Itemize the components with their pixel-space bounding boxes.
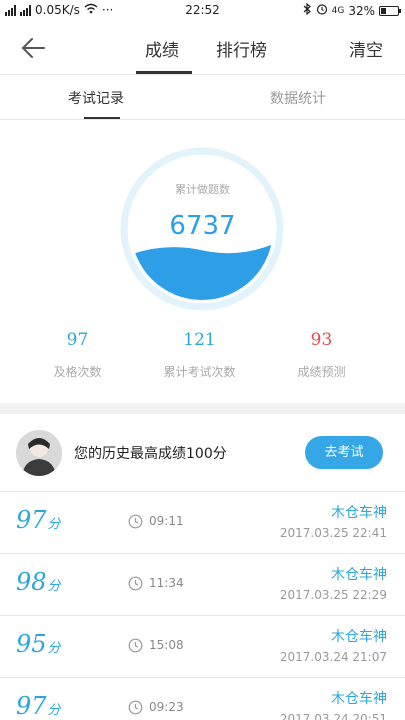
clear-button[interactable]: 清空 [349,36,383,61]
volte-icon: 4G [331,5,345,16]
exam-record-row[interactable]: 97分 09:23 木仓车神 2017.03.24 20:51 [0,677,405,720]
record-score: 98分 [16,568,61,596]
back-button[interactable] [18,32,50,64]
take-exam-button[interactable]: 去考试 [305,436,383,469]
record-score-value: 97 [16,506,47,534]
record-score-unit: 分 [47,703,61,718]
tab-ranking[interactable]: 排行榜 [216,36,267,61]
clock-icon [128,700,143,715]
avatar[interactable] [16,430,62,476]
record-duration: 09:11 [149,514,184,528]
tab-data-statistics[interactable]: 数据统计 [270,88,326,108]
record-datetime: 2017.03.25 22:29 [279,588,387,602]
status-bar: 0.05K/s ··· 22:52 4G 32% [0,0,405,22]
exam-count-label: 累计考试次数 [163,365,236,379]
record-score-value: 98 [16,568,47,596]
top-nav: 成绩 排行榜 清空 [0,22,405,74]
record-duration: 09:23 [149,700,184,714]
record-score-unit: 分 [47,641,61,656]
user-avatar-icon [16,430,62,476]
tab-exam-records[interactable]: 考试记录 [68,88,124,108]
section-separator [0,403,405,414]
record-score-value: 95 [16,630,47,658]
record-duration: 15:08 [149,638,184,652]
best-score-text: 您的历史最高成绩100分 [74,446,227,462]
record-score: 97分 [16,692,61,720]
exam-record-row[interactable]: 97分 09:11 木仓车神 2017.03.25 22:41 [0,491,405,552]
gauge-label: 累计做题数 [175,183,230,196]
tab-score[interactable]: 成绩 [145,36,179,61]
exam-count-value: 121 [183,330,216,350]
record-datetime: 2017.03.25 22:41 [279,526,387,540]
subtab-divider [0,119,405,120]
back-arrow-icon [21,38,45,58]
clock-icon [128,576,143,591]
header-divider [0,74,405,75]
pass-count-label: 及格次数 [53,365,102,379]
record-username: 木仓车神 [331,567,387,583]
gauge-value: 6737 [169,211,236,241]
battery-percent: 32% [348,3,375,18]
record-score: 97分 [16,506,61,534]
clock-icon [128,514,143,529]
exam-record-row[interactable]: 95分 15:08 木仓车神 2017.03.24 21:07 [0,615,405,676]
record-score-value: 97 [16,692,47,720]
record-datetime: 2017.03.24 21:07 [279,650,387,664]
alarm-icon [316,3,328,18]
record-username: 木仓车神 [331,629,387,645]
record-score-unit: 分 [47,579,61,594]
record-username: 木仓车神 [331,505,387,521]
exam-record-row[interactable]: 98分 11:34 木仓车神 2017.03.25 22:29 [0,553,405,614]
battery-icon [379,5,401,16]
record-score: 95分 [16,630,61,658]
bluetooth-icon [303,2,312,18]
score-prediction-value: 93 [310,330,333,350]
record-score-unit: 分 [47,517,61,532]
score-prediction-label: 成绩预测 [297,365,346,379]
record-duration: 11:34 [149,576,184,590]
record-datetime: 2017.03.24 20:51 [279,712,387,720]
record-username: 木仓车神 [331,691,387,707]
pass-count-value: 97 [66,330,89,350]
clock-icon [128,638,143,653]
